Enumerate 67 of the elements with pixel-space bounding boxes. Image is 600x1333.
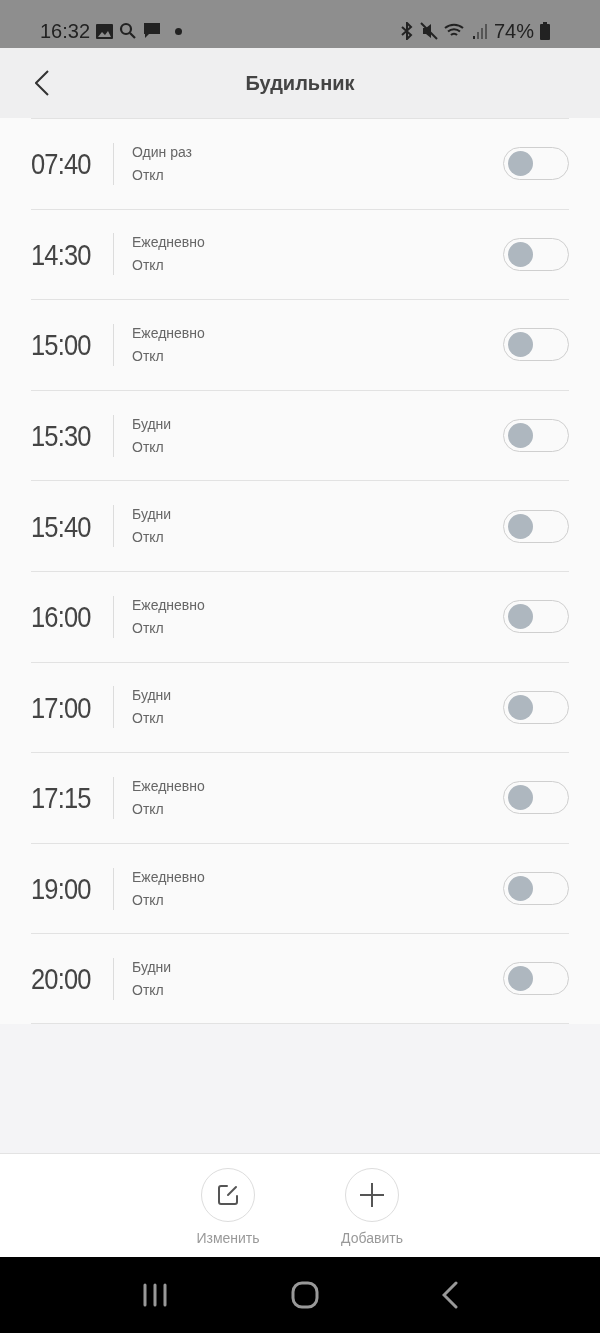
- mute-icon: [419, 22, 438, 40]
- alarm-status: Откл: [132, 618, 165, 638]
- alarm-time: 19:00: [31, 871, 92, 908]
- alarm-toggle[interactable]: [503, 328, 569, 362]
- screen-title: Будильник: [245, 71, 355, 96]
- home-icon[interactable]: [291, 1281, 319, 1309]
- alarm-row[interactable]: 17:00 Будни Откл: [31, 661, 569, 753]
- alarm-time: 14:30: [31, 236, 92, 273]
- alarm-time: 15:00: [31, 327, 92, 364]
- recent-apps-icon[interactable]: [141, 1283, 168, 1307]
- alarm-toggle[interactable]: [503, 419, 569, 453]
- battery-text: 74%: [493, 19, 534, 44]
- alarm-toggle[interactable]: [503, 872, 569, 906]
- alarm-row[interactable]: 19:00 Ежедневно Откл: [31, 842, 569, 934]
- alarm-row[interactable]: 14:30 Ежедневно Откл: [31, 208, 569, 300]
- plus-icon: [359, 1182, 385, 1208]
- alarm-repeat: Будни: [132, 686, 173, 706]
- alarm-row[interactable]: 15:00 Ежедневно Откл: [31, 299, 569, 390]
- alarm-repeat: Ежедневно: [132, 776, 206, 796]
- alarm-repeat: Ежедневно: [132, 324, 206, 343]
- alarm-toggle[interactable]: [503, 237, 569, 271]
- image-icon: [96, 23, 114, 39]
- alarm-toggle[interactable]: [503, 600, 569, 634]
- alarm-time: 15:30: [31, 418, 92, 455]
- alarm-status: Откл: [132, 890, 165, 910]
- alarm-toggle[interactable]: [503, 962, 569, 996]
- alarm-repeat: Один раз: [132, 142, 194, 162]
- dot-icon: [175, 27, 183, 35]
- alarm-status: Откл: [132, 437, 165, 457]
- alarm-toggle[interactable]: [503, 690, 569, 724]
- alarm-row[interactable]: 20:00 Будни Откл: [31, 933, 569, 1024]
- alarm-repeat: Будни: [132, 957, 173, 977]
- alarm-time: 20:00: [31, 961, 92, 998]
- alarm-row[interactable]: 07:40 Один раз Откл: [31, 118, 569, 209]
- alarm-row[interactable]: 16:00 Ежедневно Откл: [31, 570, 569, 662]
- alarm-status: Откл: [132, 165, 165, 185]
- alarm-row[interactable]: 15:40 Будни Откл: [31, 480, 569, 571]
- alarm-row[interactable]: 15:30 Будни Откл: [31, 389, 569, 481]
- back-icon[interactable]: [442, 1281, 459, 1309]
- alarm-status: Откл: [132, 347, 165, 366]
- alarm-repeat: Ежедневно: [132, 233, 206, 253]
- alarm-row[interactable]: 17:15 Ежедневно Откл: [31, 752, 569, 843]
- alarm-time: 17:15: [31, 780, 92, 817]
- search-icon: [119, 22, 138, 40]
- alarm-time: 16:00: [31, 599, 92, 636]
- alarm-time: 17:00: [31, 689, 92, 726]
- back-icon: [35, 70, 49, 96]
- alarm-repeat: Будни: [132, 505, 173, 525]
- alarm-repeat: Ежедневно: [132, 867, 206, 887]
- battery-icon: [540, 22, 550, 40]
- alarm-status: Откл: [132, 799, 165, 819]
- alarm-toggle[interactable]: [503, 147, 569, 181]
- alarm-status: Откл: [132, 256, 165, 276]
- alarm-time: 15:40: [31, 508, 92, 545]
- alarm-toggle[interactable]: [503, 781, 569, 815]
- clock-text: 16:32: [40, 19, 91, 44]
- alarm-toggle[interactable]: [503, 509, 569, 543]
- alarm-status: Откл: [132, 980, 165, 1000]
- message-icon: [143, 22, 162, 40]
- alarm-status: Откл: [132, 528, 165, 548]
- alarm-status: Откл: [132, 709, 165, 729]
- alarm-time: 07:40: [31, 146, 92, 183]
- bluetooth-icon: [399, 22, 414, 40]
- alarm-repeat: Ежедневно: [132, 595, 206, 615]
- alarm-repeat: Будни: [132, 414, 173, 434]
- edit-icon: [216, 1183, 240, 1207]
- signal-icon: [471, 22, 488, 40]
